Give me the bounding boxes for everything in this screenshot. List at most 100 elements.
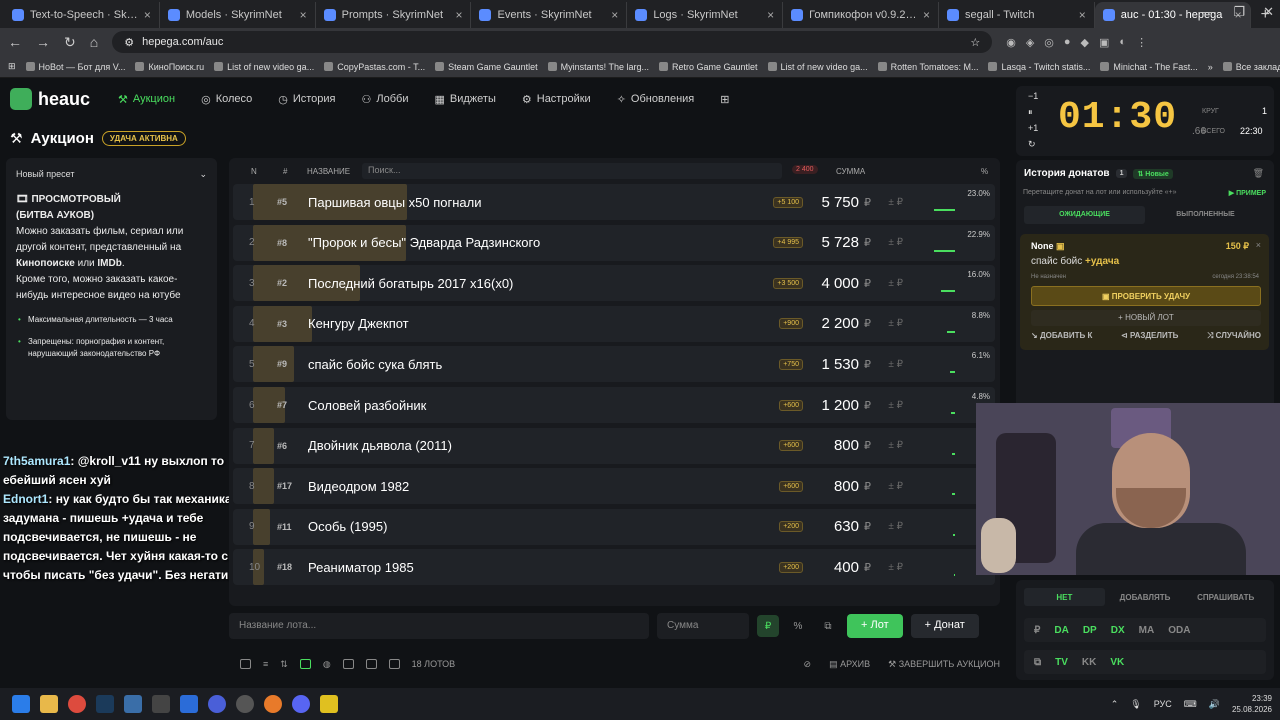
finish-auction-button[interactable]: ⚒ ЗАВЕРШИТЬ АУКЦИОН <box>888 659 1000 670</box>
timer-reset-icon[interactable]: ↻ <box>1028 139 1036 150</box>
bookmark-item[interactable]: HoBot — Бот для V... <box>25 62 125 72</box>
discord-icon[interactable] <box>292 695 310 713</box>
apps-icon[interactable]: ⊞ <box>8 61 16 72</box>
tab-done[interactable]: ВЫПОЛНЕННЫЕ <box>1145 206 1266 224</box>
bookmark-item[interactable]: List of new video ga... <box>214 62 314 72</box>
donation-card[interactable]: None ▣ 150 ₽ × спайс бойс +удача Не назн… <box>1020 234 1269 350</box>
menu-icon[interactable]: ⋮ <box>1136 36 1147 49</box>
row-plus-input[interactable]: ± ₽ <box>888 359 903 370</box>
bookmark-item[interactable]: CopyPastas.com - T... <box>324 62 425 72</box>
nav-1[interactable]: ◎ Колесо <box>201 93 252 106</box>
table-row[interactable]: 8#17Видеодром 1982+600800₽± ₽3.2 <box>233 468 995 505</box>
site-info-icon[interactable]: ⚙ <box>124 36 134 49</box>
nav-2[interactable]: ◷ История <box>278 93 335 106</box>
table-row[interactable]: 7#6Двойник дьявола (2011)+600800₽± ₽3.2 <box>233 427 995 464</box>
platform-toggle[interactable]: KK <box>1082 657 1096 668</box>
terminal-icon[interactable] <box>152 695 170 713</box>
table-row[interactable]: 10#18Реаниматор 1985+200400₽± ₽1.6 <box>233 549 995 586</box>
archive-button[interactable]: ▤ АРХИВ <box>829 659 870 670</box>
tab-waiting[interactable]: ОЖИДАЮЩИЕ <box>1024 206 1145 224</box>
back-icon[interactable]: ← <box>8 34 22 50</box>
app-icon[interactable] <box>208 695 226 713</box>
home-icon[interactable]: ⌂ <box>90 34 98 50</box>
col-sum[interactable]: СУММА <box>836 167 865 176</box>
row-plus-input[interactable]: ± ₽ <box>888 400 903 411</box>
all-bookmarks[interactable]: Все закладки <box>1222 62 1280 72</box>
split-button[interactable]: ⊲ РАЗДЕЛИТЬ <box>1121 331 1178 341</box>
close-icon[interactable]: × <box>1256 240 1261 250</box>
platform-toggle[interactable]: DX <box>1111 625 1125 636</box>
browser-tab[interactable]: segall - Twitch × <box>939 2 1095 28</box>
lot-name-input[interactable]: Название лота... <box>229 613 649 639</box>
table-row[interactable]: 6 #7 Соловей разбойник +600 1 200 ₽ ± ₽ 4.8% <box>233 387 995 423</box>
browser-tab[interactable]: Models · SkyrimNet × <box>160 2 316 28</box>
bookmark-item[interactable]: Rotten Tomatoes: M... <box>877 62 978 72</box>
clock[interactable]: 23:39 25.08.2026 <box>1232 693 1272 715</box>
close-tab-icon[interactable]: × <box>1079 8 1086 22</box>
columns-icon[interactable] <box>388 659 400 669</box>
steam-icon[interactable] <box>96 695 114 713</box>
browser-tab[interactable]: Prompts · SkyrimNet × <box>316 2 472 28</box>
lot-search-input[interactable]: Поиск... <box>362 163 782 179</box>
maximize-icon[interactable]: ❐ <box>1233 4 1245 20</box>
col-name[interactable]: НАЗВАНИЕ <box>307 167 350 176</box>
list-icon[interactable]: ≡ <box>263 659 268 669</box>
platform-toggle[interactable]: MA <box>1139 625 1155 636</box>
row-add-badge[interactable]: +5 100 <box>773 196 803 208</box>
row-plus-input[interactable]: ± ₽ <box>888 440 903 451</box>
row-add-badge[interactable]: +600 <box>779 480 803 492</box>
row-add-badge[interactable]: +900 <box>779 318 803 330</box>
new-lot-button[interactable]: + НОВЫЙ ЛОТ <box>1031 310 1261 326</box>
close-tab-icon[interactable]: × <box>144 8 151 22</box>
bookmark-item[interactable]: Steam Game Gauntlet <box>435 62 538 72</box>
platform-toggle[interactable]: DP <box>1083 625 1097 636</box>
timer-pause-button[interactable]: ⏸ <box>1028 107 1033 118</box>
volume-icon[interactable]: 🔊 <box>1209 699 1220 710</box>
nav-6[interactable]: ✧ Обновления <box>617 93 695 106</box>
sum-input[interactable]: Сумма <box>657 613 749 639</box>
currency-rub-toggle[interactable]: ₽ <box>757 615 779 637</box>
gamepad-icon[interactable]: ◍ <box>323 659 331 670</box>
chevron-up-icon[interactable]: ⌃ <box>1111 699 1119 710</box>
extension-icon[interactable]: ▣ <box>1099 36 1109 49</box>
table-row[interactable]: 5 #9 спайс бойс сука блять +750 1 530 ₽ ± ₽ 6.1… <box>233 346 995 383</box>
platform-toggle[interactable]: ₽ <box>1034 625 1040 636</box>
app-icon[interactable] <box>320 695 338 713</box>
row-plus-input[interactable]: ± ₽ <box>888 562 903 573</box>
close-tab-icon[interactable]: × <box>767 8 774 22</box>
row-plus-input[interactable]: ± ₽ <box>888 237 903 248</box>
random-button[interactable]: ⤨ СЛУЧАЙНО <box>1207 331 1261 341</box>
chevron-right-icon[interactable]: » <box>1208 62 1213 72</box>
currency-pct-toggle[interactable]: % <box>787 615 809 637</box>
trash-icon[interactable]: 🗑 <box>1253 168 1264 179</box>
close-icon[interactable]: ✕ <box>1263 4 1274 20</box>
close-tab-icon[interactable]: × <box>455 8 462 22</box>
extension-icon[interactable]: ◈ <box>1026 36 1034 49</box>
extension-icon[interactable]: ◆ <box>1081 36 1089 49</box>
notepad-icon[interactable] <box>180 695 198 713</box>
add-donation-button[interactable]: + Донат <box>910 614 979 638</box>
new-filter[interactable]: ⇅ Новые <box>1133 168 1173 179</box>
profile-icon[interactable]: ◐ <box>1119 36 1126 49</box>
row-add-badge[interactable]: +600 <box>779 440 803 452</box>
mode-tab[interactable]: НЕТ <box>1024 588 1105 606</box>
row-add-badge[interactable]: +600 <box>779 399 803 411</box>
example-button[interactable]: ▶ ПРИМЕР <box>1229 189 1266 197</box>
preset-selector[interactable]: Новый пресет ⌄ <box>16 166 207 182</box>
bookmark-item[interactable]: Retro Game Gauntlet <box>659 62 758 72</box>
firefox-icon[interactable] <box>264 695 282 713</box>
row-add-badge[interactable]: +200 <box>779 561 803 573</box>
row-plus-input[interactable]: ± ₽ <box>888 521 903 532</box>
platform-toggle[interactable]: TV <box>1055 657 1068 668</box>
bookmark-item[interactable]: КиноПоиск.ru <box>135 62 204 72</box>
add-lot-button[interactable]: + Лот <box>847 614 903 638</box>
microphone-icon[interactable]: 🎙 <box>1130 699 1141 710</box>
row-add-badge[interactable]: +3 500 <box>773 277 803 289</box>
table-row[interactable]: 1 #5 Паршивая овцы x50 погнали +5 100 5 750 ₽… <box>233 184 995 220</box>
row-plus-input[interactable]: ± ₽ <box>888 197 903 208</box>
timer-minus-button[interactable]: −1 <box>1028 91 1038 101</box>
logo[interactable]: heauc <box>10 88 90 110</box>
close-tab-icon[interactable]: × <box>611 8 618 22</box>
grid-icon[interactable] <box>342 659 354 669</box>
browser-tab[interactable]: Logs · SkyrimNet × <box>627 2 784 28</box>
